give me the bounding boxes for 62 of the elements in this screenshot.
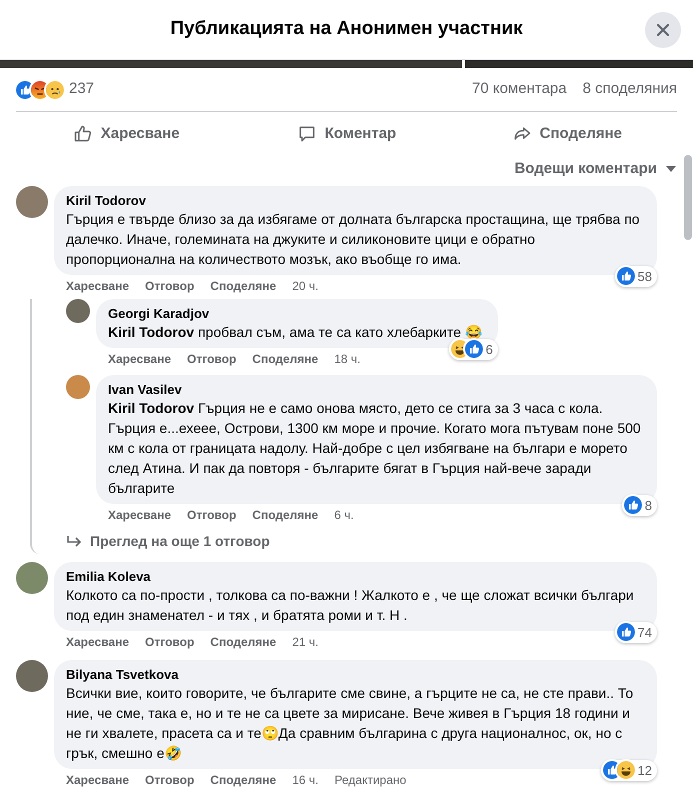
comment-author[interactable]: Emilia Koleva: [66, 569, 641, 585]
reaction-badge[interactable]: 6: [448, 338, 498, 360]
share-count[interactable]: 8 споделяния: [582, 78, 677, 101]
comment-author[interactable]: Kiril Todorov: [66, 193, 641, 209]
comment-action-link[interactable]: Споделяне: [252, 349, 318, 369]
comment-action-link[interactable]: Харесване: [108, 505, 172, 525]
mention-link[interactable]: Kiril Todorov: [108, 324, 194, 340]
angry-face-icon: [31, 80, 49, 98]
comment-action-link[interactable]: Харесване: [66, 770, 130, 790]
comment-action-link[interactable]: Отговор: [187, 349, 236, 369]
comment-action-link[interactable]: Отговор: [145, 770, 194, 790]
close-button[interactable]: [645, 12, 681, 48]
comment-action-link[interactable]: Отговор: [145, 632, 194, 652]
mention-link[interactable]: Kiril Todorov: [108, 400, 194, 416]
comment-action-link[interactable]: Отговор: [187, 505, 236, 525]
reaction-badge[interactable]: 74: [614, 622, 657, 643]
comment-author[interactable]: Bilyana Tsvetkova: [66, 667, 641, 683]
edited-label: Редактирано: [334, 772, 406, 789]
thumbs-up-icon: [464, 340, 483, 358]
comment-action-link[interactable]: Харесване: [108, 349, 172, 369]
thumbs-up-icon: [624, 496, 642, 514]
thumbs-up-icon: [616, 267, 635, 286]
comment-action-link[interactable]: Споделяне: [210, 632, 276, 652]
speech-bubble-icon: [296, 124, 317, 144]
comment-action-link[interactable]: Споделяне: [252, 505, 318, 525]
thumbs-up-icon: [72, 124, 93, 144]
post-action-button[interactable]: Споделяне: [456, 116, 677, 152]
comment-author[interactable]: Ivan Vasilev: [108, 382, 641, 398]
thumbs-up-icon: [16, 80, 34, 98]
avatar[interactable]: [16, 186, 48, 218]
comment-time[interactable]: 6 ч.: [334, 505, 354, 525]
view-more-replies-button[interactable]: Преглед на още 1 отговор: [66, 531, 657, 554]
avatar[interactable]: [66, 299, 90, 323]
avatar[interactable]: [66, 375, 90, 399]
comment-time[interactable]: 20 ч.: [292, 276, 318, 296]
comment-time[interactable]: 16 ч.: [292, 770, 318, 790]
reaction-badge[interactable]: 12: [600, 760, 657, 781]
comment-action-link[interactable]: Харесване: [66, 632, 130, 652]
thumbs-up-icon: [616, 623, 635, 642]
close-icon: [656, 23, 670, 37]
caret-icon: [665, 165, 677, 173]
reply-arrow-icon: [66, 534, 82, 548]
laughing-face-icon: [616, 761, 635, 780]
comment-author[interactable]: Georgi Karadjov: [108, 306, 482, 322]
dialog-title: Публикацията на Анонимен участник: [170, 17, 523, 42]
reaction-badge[interactable]: 58: [614, 266, 657, 287]
comment-action-link[interactable]: Отговор: [145, 276, 194, 296]
scrollbar-thumb[interactable]: [684, 155, 692, 240]
reaction-badge[interactable]: 8: [622, 494, 657, 516]
post-action-button[interactable]: Коментар: [236, 116, 457, 152]
avatar[interactable]: [16, 660, 48, 692]
comment-time[interactable]: 21 ч.: [292, 632, 318, 652]
sad-face-icon: [46, 80, 64, 98]
comment-action-link[interactable]: Споделяне: [210, 276, 276, 296]
reaction-count[interactable]: 237: [69, 78, 94, 101]
post-action-button[interactable]: Харесване: [16, 116, 236, 152]
comment-action-link[interactable]: Харесване: [66, 276, 130, 296]
avatar[interactable]: [16, 562, 48, 594]
comment-sort-dropdown[interactable]: Водещи коментари: [514, 158, 677, 180]
comment-time[interactable]: 18 ч.: [334, 349, 360, 369]
comment-action-link[interactable]: Споделяне: [210, 770, 276, 790]
comment-count[interactable]: 70 коментара: [472, 78, 567, 101]
